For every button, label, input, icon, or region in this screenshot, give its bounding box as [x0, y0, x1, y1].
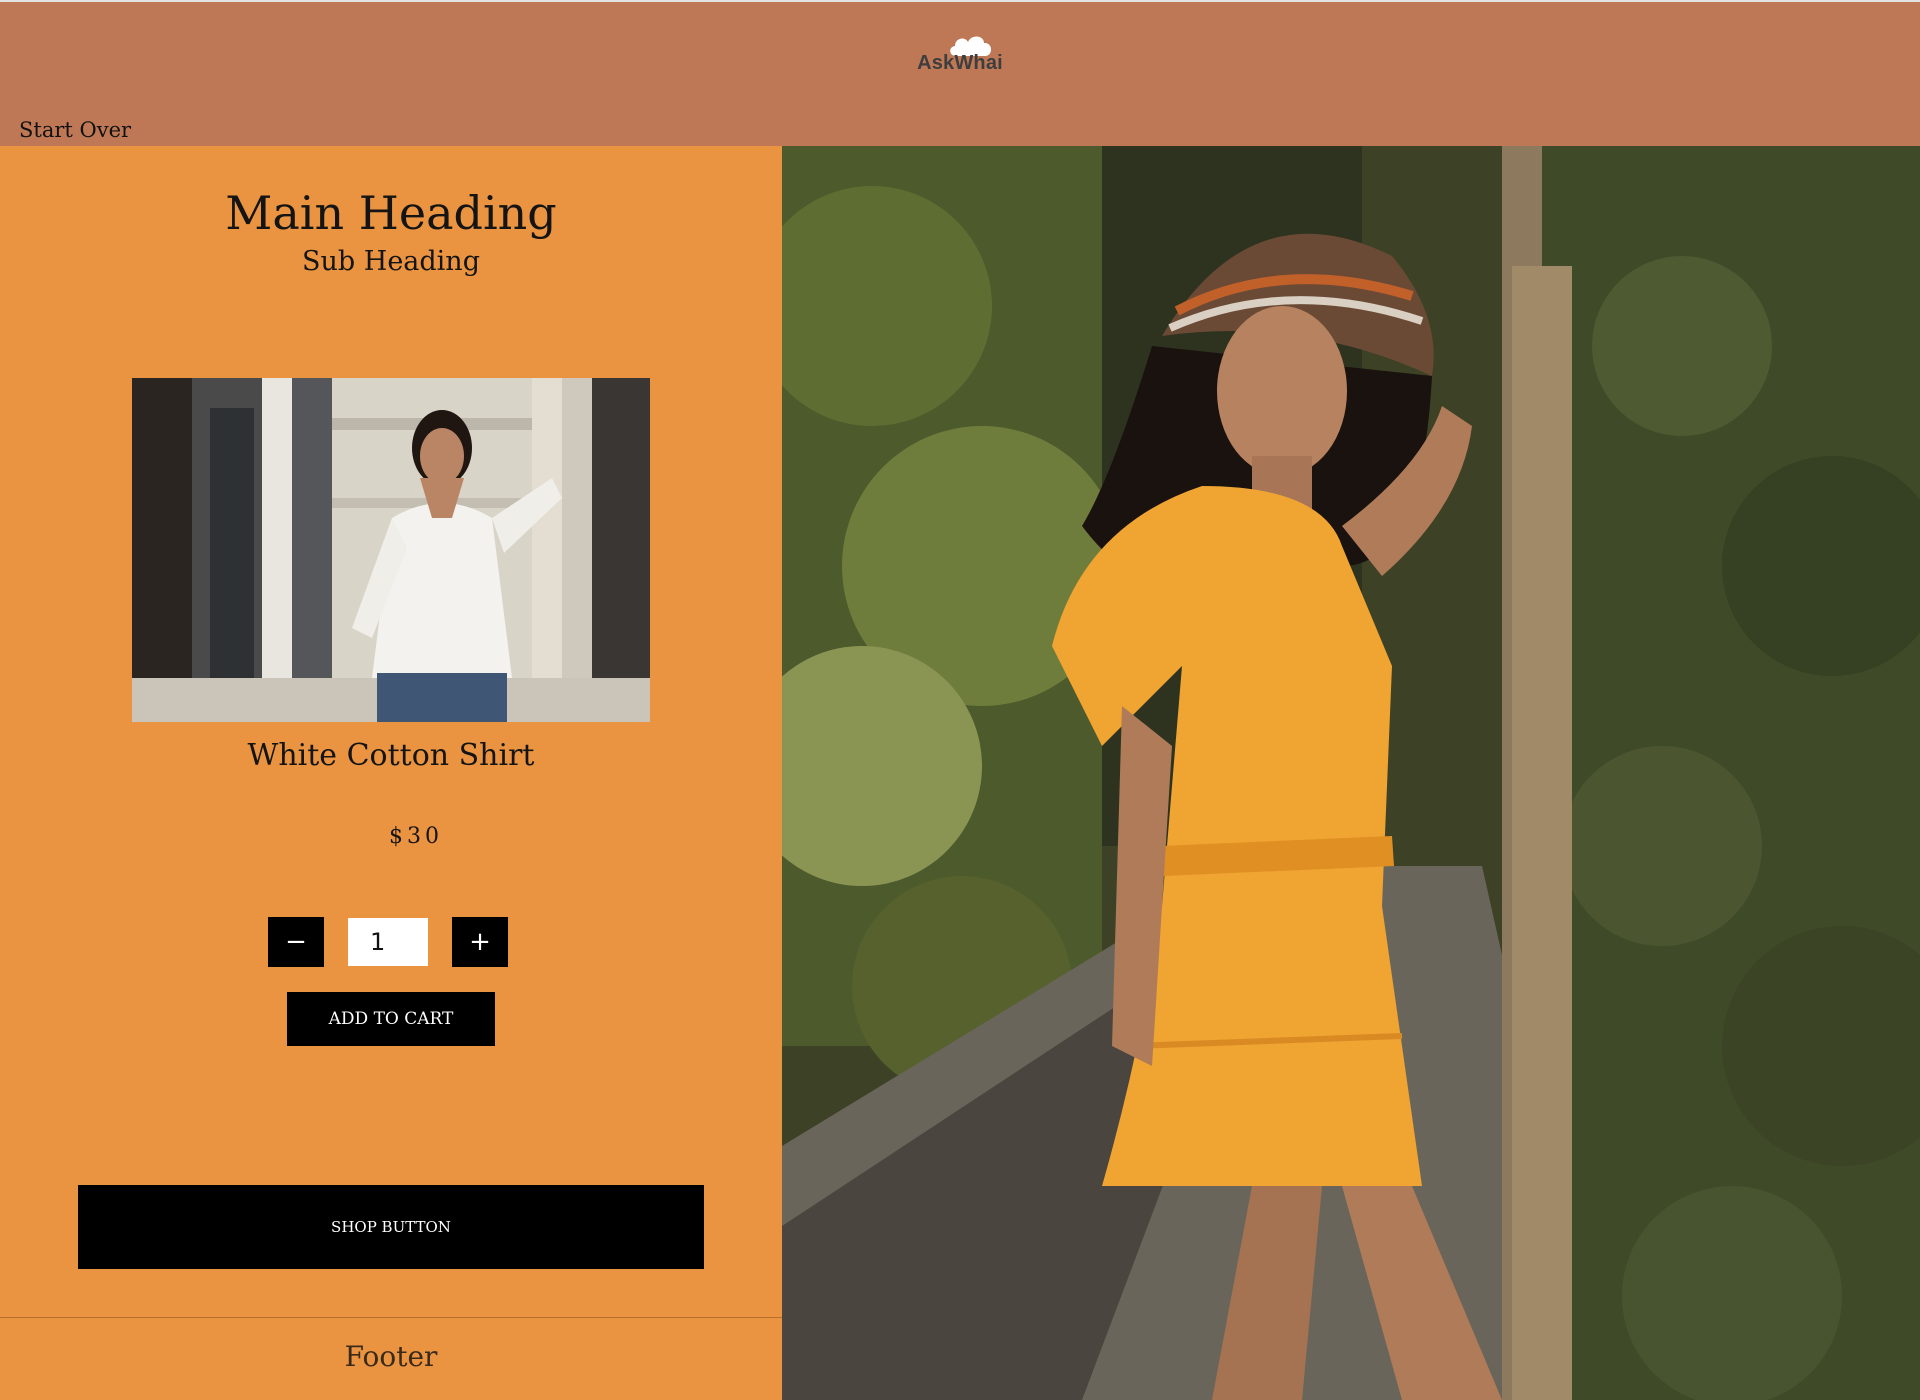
shop-button[interactable]: SHOP BUTTON	[78, 1185, 704, 1269]
quantity-input[interactable]	[348, 918, 428, 966]
start-over-link[interactable]: Start Over	[19, 118, 131, 142]
product-title: White Cotton Shirt	[247, 738, 535, 773]
logo-text: AskWhai	[917, 52, 1003, 74]
footer-divider	[0, 1317, 782, 1318]
main-heading: Main Heading	[225, 186, 557, 240]
hero-image	[782, 146, 1920, 1400]
quantity-decrement-button[interactable]: −	[268, 917, 324, 967]
sub-heading: Sub Heading	[302, 246, 480, 277]
add-to-cart-button[interactable]: ADD TO CART	[287, 992, 495, 1046]
brand-logo[interactable]: AskWhai	[912, 30, 1008, 82]
top-header: AskWhai Start Over	[0, 0, 1920, 146]
quantity-increment-button[interactable]: +	[452, 917, 508, 967]
product-price: $30	[389, 824, 443, 849]
product-image[interactable]	[132, 378, 650, 722]
footer: Footer	[344, 1340, 438, 1373]
